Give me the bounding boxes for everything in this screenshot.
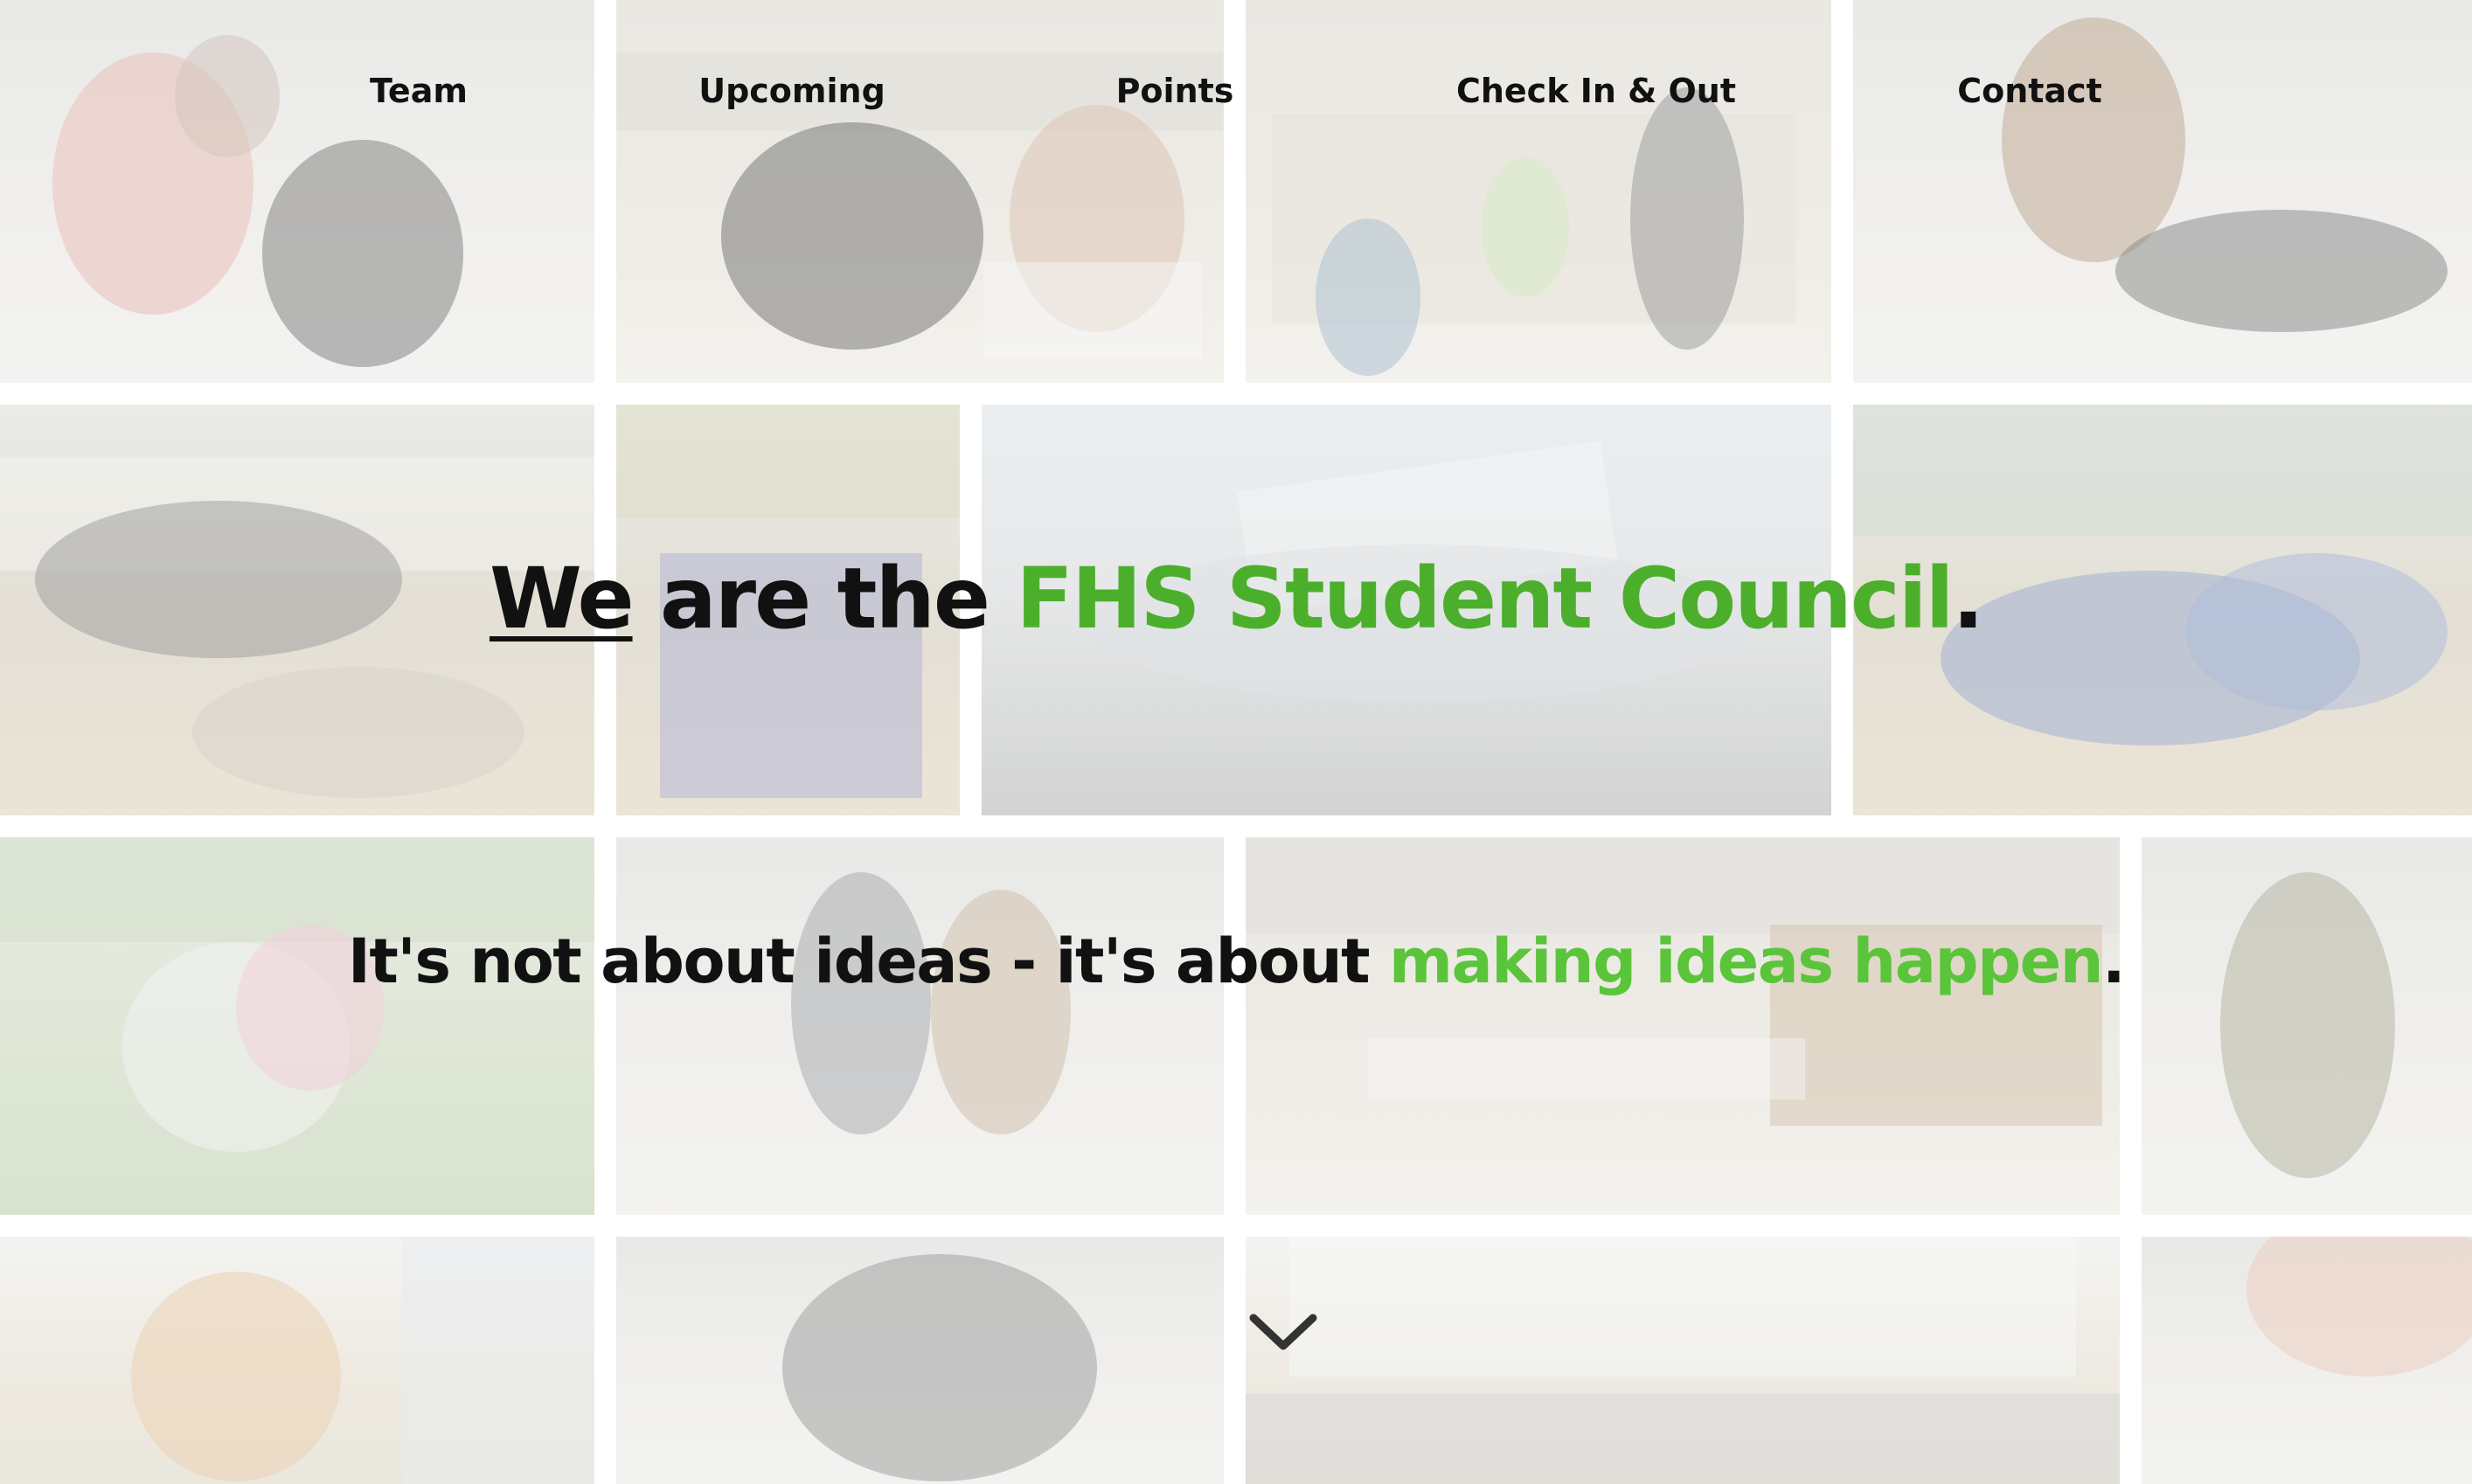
nav-upcoming[interactable]: Upcoming <box>698 68 885 114</box>
headline-period: . <box>1952 550 1984 648</box>
nav-points[interactable]: Points <box>1116 68 1234 114</box>
hero-tagline: It's not about ideas - it's about making… <box>0 922 2472 1001</box>
chevron-down-icon[interactable] <box>1248 1311 1318 1355</box>
headline-we: We <box>489 550 635 648</box>
photo-tile <box>616 837 1224 1215</box>
hero-headline: We are the FHS Student Council. <box>0 542 2472 655</box>
nav-contact[interactable]: Contact <box>1957 68 2102 114</box>
photo-tile <box>1246 1237 2120 1484</box>
photo-tile <box>1246 837 2120 1215</box>
photo-tile <box>1853 0 2472 383</box>
photo-tile <box>616 1237 1224 1484</box>
tagline-lead: It's not about ideas - it's about <box>347 926 1390 997</box>
tagline-emphasis: making ideas happen <box>1389 926 2103 997</box>
photo-tile <box>2142 1237 2472 1484</box>
photo-tile <box>616 0 1224 383</box>
photo-tile <box>0 837 594 1215</box>
tagline-period: . <box>2102 926 2126 997</box>
nav-check-in-out[interactable]: Check In & Out <box>1456 68 1736 114</box>
photo-tile <box>2142 837 2472 1215</box>
nav-team[interactable]: Team <box>370 68 468 114</box>
photo-tile <box>0 1237 594 1484</box>
headline-middle: are the <box>632 550 1017 648</box>
page: Team Upcoming Points Check In & Out Cont… <box>0 0 2472 1484</box>
headline-org-name: FHS Student Council <box>1016 550 1954 648</box>
chevron-down-icon-svg <box>1249 1314 1317 1350</box>
photo-tile <box>1246 0 1831 383</box>
photo-tile <box>0 0 594 383</box>
